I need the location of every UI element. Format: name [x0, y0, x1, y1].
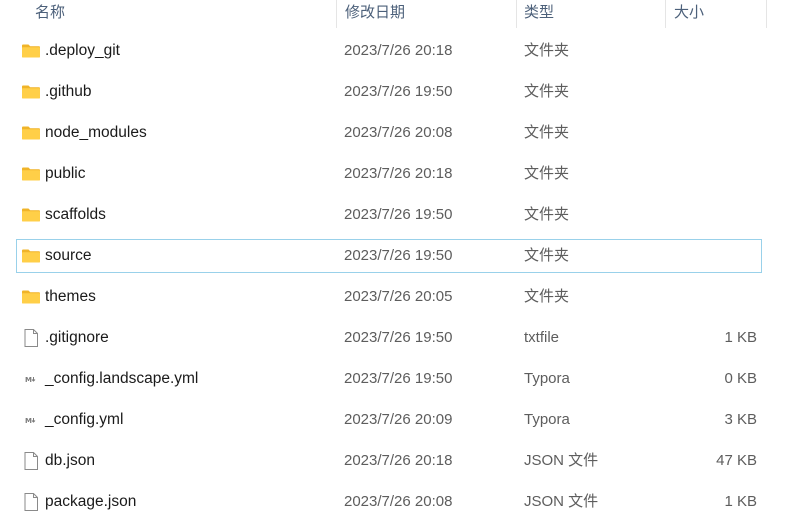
file-row[interactable]: M _config.yml 2023/7/26 20:09 Typora 3 KB: [16, 403, 762, 437]
folder-icon: [21, 246, 41, 266]
column-header-bar: ^ 名称 修改日期 类型 大小: [0, 0, 801, 28]
file-row[interactable]: .deploy_git 2023/7/26 20:18 文件夹: [16, 34, 762, 68]
column-header-type[interactable]: 类型: [517, 0, 665, 28]
file-name: node_modules: [45, 124, 147, 141]
file-size: [657, 240, 757, 272]
file-row[interactable]: themes 2023/7/26 20:05 文件夹: [16, 280, 762, 314]
column-divider[interactable]: [665, 0, 666, 28]
file-name: source: [45, 247, 92, 264]
modified-date: 2023/7/26 19:50: [344, 83, 453, 100]
file-size: [657, 76, 757, 108]
file-type: 文件夹: [524, 83, 570, 100]
modified-date: 2023/7/26 20:09: [344, 411, 453, 428]
file-type: JSON 文件: [524, 452, 599, 469]
file-row[interactable]: db.json 2023/7/26 20:18 JSON 文件 47 KB: [16, 444, 762, 478]
file-name: _config.landscape.yml: [45, 370, 199, 387]
file-row[interactable]: package.json 2023/7/26 20:08 JSON 文件 1 KB: [16, 485, 762, 519]
file-icon: [21, 328, 41, 348]
modified-date: 2023/7/26 20:18: [344, 452, 453, 469]
svg-text:M: M: [25, 376, 32, 384]
file-name: public: [45, 165, 86, 182]
file-type: 文件夹: [524, 42, 570, 59]
file-size: [657, 158, 757, 190]
typora-file-icon: M: [21, 369, 41, 389]
file-row[interactable]: .gitignore 2023/7/26 19:50 txtfile 1 KB: [16, 321, 762, 355]
file-size: 1 KB: [724, 329, 757, 346]
file-name: .github: [45, 83, 92, 100]
file-type: 文件夹: [524, 288, 570, 305]
modified-date: 2023/7/26 19:50: [344, 247, 453, 264]
file-size: 0 KB: [724, 370, 757, 387]
file-size: [657, 117, 757, 149]
column-header-date[interactable]: 修改日期: [338, 0, 516, 28]
file-name: .gitignore: [45, 329, 109, 346]
file-size: 1 KB: [724, 493, 757, 510]
file-size: 47 KB: [716, 452, 757, 469]
modified-date: 2023/7/26 20:18: [344, 42, 453, 59]
file-name: _config.yml: [45, 411, 124, 428]
file-type: txtfile: [524, 329, 560, 346]
folder-icon: [21, 123, 41, 143]
modified-date: 2023/7/26 20:08: [344, 493, 453, 510]
file-size: 3 KB: [724, 411, 757, 428]
file-explorer: ^ 名称 修改日期 类型 大小 .deploy_git 2023/7/26 20:…: [0, 0, 801, 530]
file-type: 文件夹: [524, 165, 570, 182]
file-type: Typora: [524, 370, 570, 387]
svg-text:M: M: [25, 417, 32, 425]
column-header-name[interactable]: 名称: [28, 0, 336, 28]
typora-file-icon: M: [21, 410, 41, 430]
file-type: Typora: [524, 411, 570, 428]
file-row[interactable]: node_modules 2023/7/26 20:08 文件夹: [16, 116, 762, 150]
file-row[interactable]: .github 2023/7/26 19:50 文件夹: [16, 75, 762, 109]
column-divider[interactable]: [766, 0, 767, 28]
column-divider[interactable]: [336, 0, 337, 28]
file-row[interactable]: public 2023/7/26 20:18 文件夹: [16, 157, 762, 191]
file-icon: [21, 492, 41, 512]
modified-date: 2023/7/26 19:50: [344, 370, 453, 387]
folder-icon: [21, 164, 41, 184]
folder-icon: [21, 205, 41, 225]
file-type: 文件夹: [524, 124, 570, 141]
file-type: JSON 文件: [524, 493, 599, 510]
file-name: scaffolds: [45, 206, 106, 223]
modified-date: 2023/7/26 19:50: [344, 206, 453, 223]
file-type: 文件夹: [524, 206, 570, 223]
folder-icon: [21, 41, 41, 61]
modified-date: 2023/7/26 20:08: [344, 124, 453, 141]
file-size: [657, 35, 757, 67]
file-type: 文件夹: [524, 247, 570, 264]
file-name: db.json: [45, 452, 95, 469]
modified-date: 2023/7/26 19:50: [344, 329, 453, 346]
file-name: .deploy_git: [45, 42, 120, 59]
file-row[interactable]: scaffolds 2023/7/26 19:50 文件夹: [16, 198, 762, 232]
column-header-size[interactable]: 大小: [667, 0, 767, 28]
file-row[interactable]: source 2023/7/26 19:50 文件夹: [16, 239, 762, 273]
file-name: package.json: [45, 493, 137, 510]
file-row[interactable]: M _config.landscape.yml 2023/7/26 19:50 Typ…: [16, 362, 762, 396]
modified-date: 2023/7/26 20:05: [344, 288, 453, 305]
file-icon: [21, 451, 41, 471]
folder-icon: [21, 82, 41, 102]
modified-date: 2023/7/26 20:18: [344, 165, 453, 182]
folder-icon: [21, 287, 41, 307]
file-size: [657, 199, 757, 231]
file-name: themes: [45, 288, 96, 305]
file-size: [657, 281, 757, 313]
